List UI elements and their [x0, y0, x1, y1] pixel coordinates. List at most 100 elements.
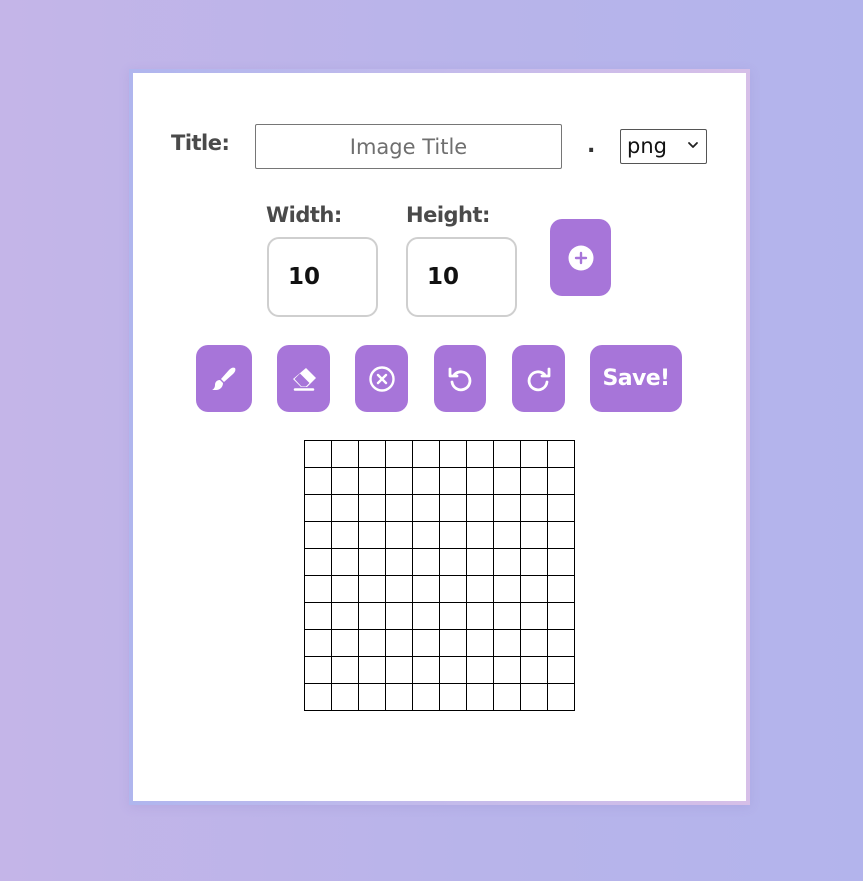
grid-cell[interactable]: [332, 603, 359, 630]
pixel-grid[interactable]: [304, 440, 575, 711]
grid-cell[interactable]: [521, 522, 548, 549]
grid-cell[interactable]: [548, 468, 575, 495]
grid-cell[interactable]: [332, 657, 359, 684]
save-button[interactable]: Save!: [590, 345, 682, 412]
grid-cell[interactable]: [467, 522, 494, 549]
grid-cell[interactable]: [467, 468, 494, 495]
grid-cell[interactable]: [332, 522, 359, 549]
grid-cell[interactable]: [386, 576, 413, 603]
grid-cell[interactable]: [440, 441, 467, 468]
eraser-button[interactable]: [277, 345, 330, 412]
grid-cell[interactable]: [494, 657, 521, 684]
grid-cell[interactable]: [359, 657, 386, 684]
grid-cell[interactable]: [548, 603, 575, 630]
grid-cell[interactable]: [440, 549, 467, 576]
grid-cell[interactable]: [521, 441, 548, 468]
grid-cell[interactable]: [494, 603, 521, 630]
grid-cell[interactable]: [332, 441, 359, 468]
create-grid-button[interactable]: [550, 219, 611, 296]
grid-cell[interactable]: [440, 630, 467, 657]
grid-cell[interactable]: [548, 684, 575, 711]
grid-cell[interactable]: [413, 495, 440, 522]
grid-cell[interactable]: [548, 549, 575, 576]
grid-cell[interactable]: [332, 495, 359, 522]
grid-cell[interactable]: [467, 630, 494, 657]
grid-cell[interactable]: [494, 495, 521, 522]
grid-cell[interactable]: [467, 549, 494, 576]
grid-cell[interactable]: [521, 468, 548, 495]
grid-cell[interactable]: [413, 630, 440, 657]
redo-button[interactable]: [512, 345, 565, 412]
grid-cell[interactable]: [386, 549, 413, 576]
grid-cell[interactable]: [305, 603, 332, 630]
grid-cell[interactable]: [548, 630, 575, 657]
grid-cell[interactable]: [386, 522, 413, 549]
format-select[interactable]: png: [620, 129, 707, 164]
grid-cell[interactable]: [305, 630, 332, 657]
grid-cell[interactable]: [548, 441, 575, 468]
grid-cell[interactable]: [440, 603, 467, 630]
grid-cell[interactable]: [494, 630, 521, 657]
undo-button[interactable]: [434, 345, 486, 412]
grid-cell[interactable]: [494, 468, 521, 495]
grid-cell[interactable]: [359, 495, 386, 522]
grid-cell[interactable]: [359, 684, 386, 711]
grid-cell[interactable]: [359, 468, 386, 495]
grid-cell[interactable]: [305, 549, 332, 576]
grid-cell[interactable]: [467, 495, 494, 522]
grid-cell[interactable]: [521, 495, 548, 522]
grid-cell[interactable]: [305, 468, 332, 495]
grid-cell[interactable]: [305, 684, 332, 711]
grid-cell[interactable]: [494, 441, 521, 468]
grid-cell[interactable]: [386, 495, 413, 522]
grid-cell[interactable]: [332, 549, 359, 576]
grid-cell[interactable]: [305, 522, 332, 549]
grid-cell[interactable]: [467, 576, 494, 603]
grid-cell[interactable]: [521, 576, 548, 603]
grid-cell[interactable]: [386, 468, 413, 495]
grid-cell[interactable]: [467, 603, 494, 630]
grid-cell[interactable]: [494, 522, 521, 549]
grid-cell[interactable]: [521, 684, 548, 711]
grid-cell[interactable]: [386, 684, 413, 711]
grid-cell[interactable]: [440, 684, 467, 711]
grid-cell[interactable]: [332, 684, 359, 711]
clear-button[interactable]: [355, 345, 408, 412]
grid-cell[interactable]: [386, 603, 413, 630]
grid-cell[interactable]: [413, 603, 440, 630]
grid-cell[interactable]: [305, 441, 332, 468]
grid-cell[interactable]: [332, 630, 359, 657]
grid-cell[interactable]: [467, 684, 494, 711]
grid-cell[interactable]: [413, 549, 440, 576]
grid-cell[interactable]: [467, 657, 494, 684]
grid-cell[interactable]: [386, 441, 413, 468]
grid-cell[interactable]: [521, 630, 548, 657]
grid-cell[interactable]: [467, 441, 494, 468]
grid-cell[interactable]: [359, 630, 386, 657]
grid-cell[interactable]: [440, 522, 467, 549]
grid-cell[interactable]: [548, 522, 575, 549]
brush-button[interactable]: [196, 345, 252, 412]
grid-cell[interactable]: [440, 495, 467, 522]
grid-cell[interactable]: [413, 468, 440, 495]
grid-cell[interactable]: [413, 684, 440, 711]
grid-cell[interactable]: [521, 657, 548, 684]
grid-cell[interactable]: [413, 576, 440, 603]
grid-cell[interactable]: [332, 576, 359, 603]
height-input[interactable]: 10: [406, 237, 517, 317]
grid-cell[interactable]: [548, 495, 575, 522]
grid-cell[interactable]: [548, 576, 575, 603]
grid-cell[interactable]: [548, 657, 575, 684]
grid-cell[interactable]: [359, 522, 386, 549]
title-input[interactable]: [255, 124, 562, 169]
grid-cell[interactable]: [440, 657, 467, 684]
grid-cell[interactable]: [332, 468, 359, 495]
grid-cell[interactable]: [359, 603, 386, 630]
grid-cell[interactable]: [494, 576, 521, 603]
grid-cell[interactable]: [359, 441, 386, 468]
grid-cell[interactable]: [494, 549, 521, 576]
grid-cell[interactable]: [440, 468, 467, 495]
grid-cell[interactable]: [359, 549, 386, 576]
grid-cell[interactable]: [305, 657, 332, 684]
grid-cell[interactable]: [413, 522, 440, 549]
